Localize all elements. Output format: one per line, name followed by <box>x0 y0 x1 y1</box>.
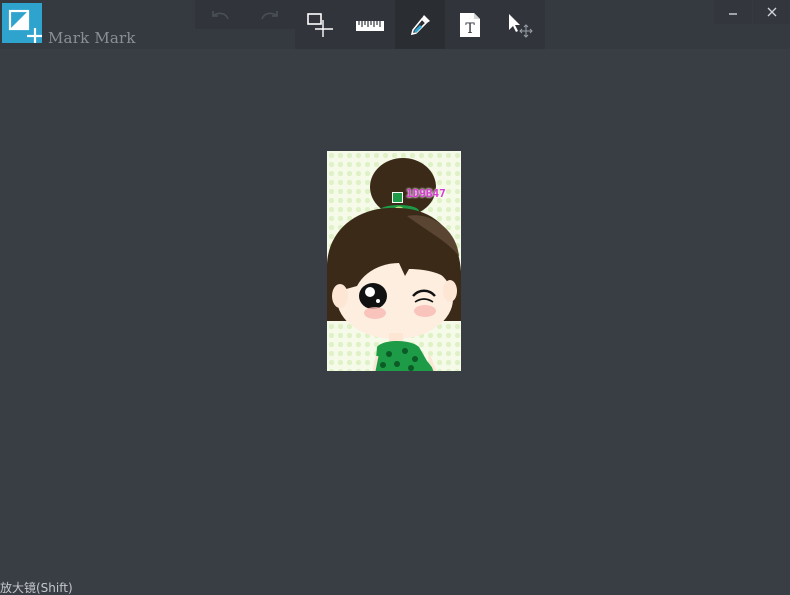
rect-tool-button[interactable] <box>295 0 345 49</box>
cartoon-girl-illustration <box>327 151 461 371</box>
rect-add-icon <box>307 12 333 37</box>
redo-icon <box>261 10 278 19</box>
redo-button[interactable] <box>245 0 295 29</box>
undo-icon <box>212 10 229 19</box>
canvas-image[interactable] <box>327 151 461 371</box>
undo-button[interactable] <box>195 0 245 29</box>
move-select-icon <box>509 13 533 38</box>
ruler-icon <box>356 20 384 31</box>
picked-color-label: 1D9B47 <box>406 187 446 200</box>
status-bar: 放大镜(Shift) <box>0 575 790 595</box>
svg-text:T: T <box>465 21 475 37</box>
close-button[interactable] <box>753 0 790 24</box>
color-picker-icon <box>410 14 430 35</box>
close-icon <box>767 7 777 17</box>
ruler-tool-button[interactable] <box>345 0 395 49</box>
minimize-button[interactable] <box>714 0 752 24</box>
color-picker-tool-button[interactable] <box>395 0 445 49</box>
history-group <box>195 0 295 29</box>
text-tool-icon: T <box>460 12 480 37</box>
magnifier-hint: 放大镜(Shift) <box>0 581 73 595</box>
picked-color-swatch <box>392 192 403 203</box>
app-title: Mark Mark <box>48 29 136 47</box>
minimize-icon <box>729 13 737 15</box>
move-select-tool-button[interactable] <box>495 0 545 49</box>
text-tool-button[interactable]: T <box>445 0 495 49</box>
app-logo-icon <box>2 3 42 43</box>
